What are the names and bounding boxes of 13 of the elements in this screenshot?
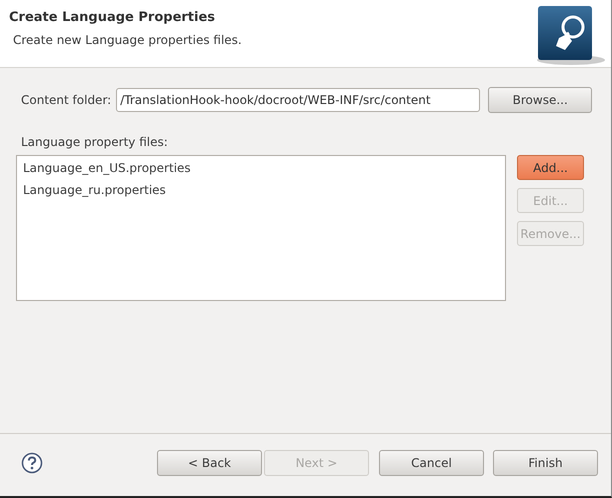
files-label: Language property files:	[21, 135, 169, 149]
file-list-item[interactable]: Language_ru.properties	[17, 181, 505, 203]
wizard-button[interactable]: Finish	[493, 450, 598, 476]
wizard-button[interactable]: Cancel	[379, 450, 484, 476]
help-icon[interactable]	[21, 452, 43, 474]
browse-button[interactable]: Browse...	[488, 87, 592, 113]
content-folder-field[interactable]: /TranslationHook-hook/docroot/WEB-INF/src/content	[116, 88, 480, 112]
file-list-item[interactable]: Language_en_US.properties	[17, 159, 505, 181]
content-folder-label: Content folder:	[21, 93, 112, 107]
dialog-title: Create Language Properties	[9, 10, 216, 25]
list-action-button[interactable]: Add...	[517, 155, 584, 180]
dialog-description: Create new Language properties files.	[13, 33, 242, 47]
wizard-button[interactable]: < Back	[157, 450, 262, 476]
